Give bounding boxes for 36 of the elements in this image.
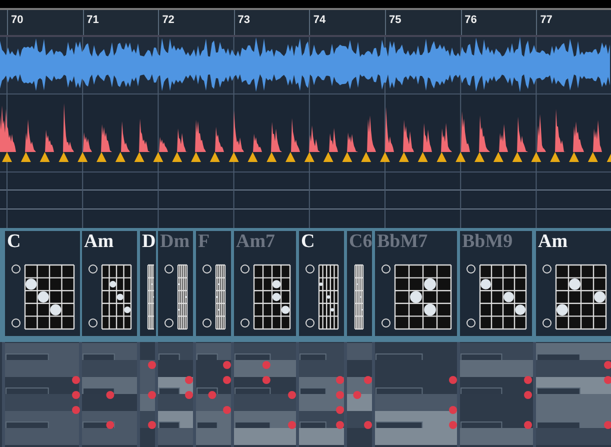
chord-name: Am7 xyxy=(236,231,276,253)
chord-diagram-drawing xyxy=(382,264,452,330)
chord-event[interactable]: D xyxy=(140,231,156,336)
bar-number: 71 xyxy=(86,14,99,26)
chord-diagram-drawing xyxy=(202,264,226,330)
bar-number: 70 xyxy=(11,14,24,26)
chord-diagram-drawing xyxy=(542,264,607,330)
chord-name: D xyxy=(142,231,156,253)
chord-event[interactable]: Am xyxy=(82,231,137,336)
chord-diagram-drawing xyxy=(88,264,132,330)
bar-number: 72 xyxy=(162,14,174,26)
chord-diagram-drawing xyxy=(354,264,364,330)
chord-diagram-drawing xyxy=(12,264,75,330)
timeline-ruler[interactable]: 70 71 72 73 74 75 76 77 xyxy=(0,10,611,37)
chord-name: Dm xyxy=(160,231,190,253)
chord-name: BbM9 xyxy=(462,231,513,253)
chord-event[interactable]: Am xyxy=(536,231,611,336)
chord-diagram-drawing xyxy=(306,264,339,330)
chord-event[interactable]: C xyxy=(5,231,80,336)
chord-name: F xyxy=(198,231,210,253)
chord-name: C6 xyxy=(349,231,372,253)
chord-name: Am xyxy=(538,231,568,253)
bar-number: 77 xyxy=(540,14,552,26)
bar-number: 76 xyxy=(464,14,477,26)
chord-name: Am xyxy=(84,231,114,253)
chord-event[interactable]: C xyxy=(299,231,344,336)
chord-name: C xyxy=(301,231,315,253)
chord-diagram-drawing xyxy=(466,264,527,330)
bar-number: 74 xyxy=(313,14,326,26)
chord-diagram-drawing xyxy=(164,264,188,330)
chord-name: BbM7 xyxy=(377,231,428,253)
chord-diagram-drawing xyxy=(147,264,154,330)
chord-name: C xyxy=(7,231,21,253)
chord-diagram-drawing xyxy=(240,264,291,330)
bar-number: 73 xyxy=(238,14,250,26)
bar-number: 75 xyxy=(389,14,402,26)
